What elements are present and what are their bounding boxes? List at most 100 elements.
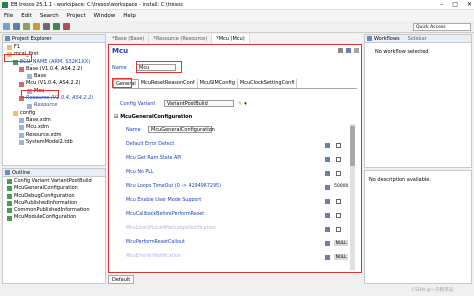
lock-icon[interactable] bbox=[325, 143, 330, 148]
tdb-file-icon bbox=[19, 140, 24, 145]
config-variant-label: Config Variant bbox=[120, 100, 156, 107]
section-name-label: Name bbox=[126, 126, 141, 133]
menu-edit[interactable]: Edit bbox=[21, 13, 32, 19]
workflows-message: No workflow selected. bbox=[375, 49, 431, 55]
container-icon bbox=[7, 215, 12, 221]
lock-icon[interactable] bbox=[325, 213, 330, 218]
workflows-panel: Workflows Sidebar No workflow selected. bbox=[364, 34, 472, 168]
outline-item[interactable]: Config Variant VariantPostBuild bbox=[5, 178, 103, 185]
tree-item[interactable]: Base bbox=[5, 73, 103, 80]
xdm-file-icon bbox=[19, 125, 24, 131]
outline-item[interactable]: McuDebugConfiguration bbox=[5, 193, 103, 200]
tab-base[interactable]: *Base (Base) bbox=[108, 34, 150, 44]
lock-icon[interactable] bbox=[325, 227, 330, 232]
window-title: EB tresos 25.1.1 - workspace: C:\tresos\… bbox=[11, 1, 183, 8]
notification-null-value[interactable]: NULL bbox=[334, 254, 348, 260]
container-icon bbox=[7, 193, 12, 199]
param-label: Mcu Get Ram State API bbox=[126, 156, 182, 161]
stop-icon[interactable] bbox=[63, 23, 70, 30]
menu-search[interactable]: Search bbox=[40, 13, 59, 19]
highlight-name-field bbox=[136, 61, 182, 73]
maximize-button[interactable]: □ bbox=[452, 1, 458, 8]
toolbar bbox=[0, 21, 474, 33]
wand-icon[interactable]: ✎ bbox=[238, 101, 242, 107]
loops-timeout-value[interactable]: 50000 bbox=[334, 184, 348, 189]
new-icon[interactable] bbox=[3, 23, 10, 30]
lock-icon[interactable] bbox=[325, 255, 330, 260]
outline-item[interactable]: CommonPublishedInformation bbox=[5, 207, 103, 214]
scrollbar-thumb[interactable] bbox=[350, 126, 355, 166]
settings-icon[interactable] bbox=[338, 48, 343, 53]
description-message: No description available. bbox=[369, 177, 431, 183]
build-icon[interactable] bbox=[23, 23, 30, 30]
tab-mcu-sim-config[interactable]: McuSIMConfig bbox=[198, 79, 238, 88]
quick-access-input[interactable]: Quick Access bbox=[413, 23, 471, 31]
outline-tab[interactable]: Outline bbox=[12, 170, 30, 176]
lock-icon[interactable] bbox=[325, 199, 330, 204]
chevron-down-icon[interactable]: ▾ bbox=[244, 101, 247, 107]
tab-default[interactable]: Default bbox=[108, 275, 135, 284]
menu-help[interactable]: Help bbox=[123, 13, 136, 19]
save-icon[interactable] bbox=[13, 23, 20, 30]
outline-item[interactable]: McuModuleConfiguration bbox=[5, 214, 103, 221]
tree-item[interactable]: Resource bbox=[5, 102, 103, 109]
checkbox[interactable] bbox=[336, 227, 341, 232]
tree-item[interactable]: config bbox=[5, 110, 103, 117]
tree-item[interactable]: F1 bbox=[5, 44, 103, 51]
run-icon[interactable] bbox=[53, 23, 60, 30]
param-label: Mcu Loops TimeOut (0 -> 4294967295) bbox=[126, 184, 221, 189]
editor-scrollbar[interactable] bbox=[350, 124, 355, 270]
description-panel: No description available. bbox=[364, 170, 472, 284]
callout-null-value[interactable]: NULL bbox=[334, 240, 348, 246]
help-icon[interactable] bbox=[346, 48, 351, 53]
outline-item[interactable]: McuPublishedInformation bbox=[5, 200, 103, 207]
lock-icon[interactable] bbox=[325, 185, 330, 190]
close-button[interactable]: ✕ bbox=[467, 1, 472, 8]
checkbox[interactable] bbox=[336, 199, 341, 204]
app-logo-icon bbox=[2, 1, 8, 8]
checkbox[interactable] bbox=[336, 171, 341, 176]
tab-mcu-clock-setting[interactable]: McuClockSettingConfi bbox=[238, 79, 298, 88]
checkbox[interactable] bbox=[336, 143, 341, 148]
lock-icon[interactable] bbox=[325, 241, 330, 246]
config-variant-select[interactable]: VariantPostBuild bbox=[164, 100, 234, 107]
container-icon bbox=[7, 186, 12, 192]
highlight-mcu-node bbox=[21, 90, 59, 98]
lock-icon[interactable] bbox=[325, 171, 330, 176]
tab-resource[interactable]: *Resource (Resource) bbox=[149, 34, 213, 44]
tab-mcu-reset-reason[interactable]: McuResetReasonConf bbox=[139, 79, 198, 88]
tab-mcu[interactable]: *Mcu (Mcu) bbox=[212, 34, 250, 44]
xdm-file-icon bbox=[19, 132, 24, 138]
menu-file[interactable]: File bbox=[4, 13, 13, 19]
tree-item[interactable]: Resource.xdm bbox=[5, 132, 103, 139]
tree-item[interactable]: Mcu.xdm bbox=[5, 124, 103, 131]
tree-item[interactable]: Base (V1.0.4, AS4.2.2) bbox=[5, 66, 103, 73]
checkbox[interactable] bbox=[336, 157, 341, 162]
checkbox[interactable] bbox=[336, 213, 341, 218]
project-explorer-tab[interactable]: Project Explorer bbox=[12, 36, 52, 42]
section-name-field[interactable]: McuGeneralConfiguration bbox=[148, 126, 215, 133]
menu-project[interactable]: Project bbox=[67, 13, 86, 19]
title-bar: EB tresos 25.1.1 - workspace: C:\tresos\… bbox=[0, 0, 474, 10]
xdm-file-icon bbox=[19, 118, 24, 124]
tree-item[interactable]: Mcu (V1.0.4, AS4.2.2) bbox=[5, 80, 103, 87]
expand-icon[interactable] bbox=[354, 48, 359, 53]
workflows-tab[interactable]: Workflows bbox=[374, 36, 400, 42]
tree-item[interactable]: SystemModel2.tdb bbox=[5, 139, 103, 146]
param-label: McuErrorIsrNotification bbox=[126, 254, 181, 259]
generate-icon[interactable] bbox=[33, 23, 40, 30]
param-label: Mcu Enable User Mode Support bbox=[126, 198, 202, 203]
param-label: McuCallbackBeforePerformReset bbox=[126, 212, 205, 217]
name-label: Name bbox=[112, 64, 127, 71]
folder-icon bbox=[13, 110, 18, 116]
sidebar-tab[interactable]: Sidebar bbox=[408, 36, 427, 42]
collapse-icon[interactable]: ⊟ bbox=[114, 114, 118, 120]
settings-icon[interactable] bbox=[43, 23, 50, 30]
menu-window[interactable]: Window bbox=[94, 13, 116, 19]
minimize-button[interactable]: – bbox=[440, 1, 443, 8]
highlight-general-tab bbox=[112, 78, 132, 88]
lock-icon[interactable] bbox=[325, 157, 330, 162]
module-icon bbox=[19, 67, 24, 73]
outline-item[interactable]: McuGeneralConfiguration bbox=[5, 185, 103, 192]
tree-item[interactable]: Base.xdm bbox=[5, 117, 103, 124]
